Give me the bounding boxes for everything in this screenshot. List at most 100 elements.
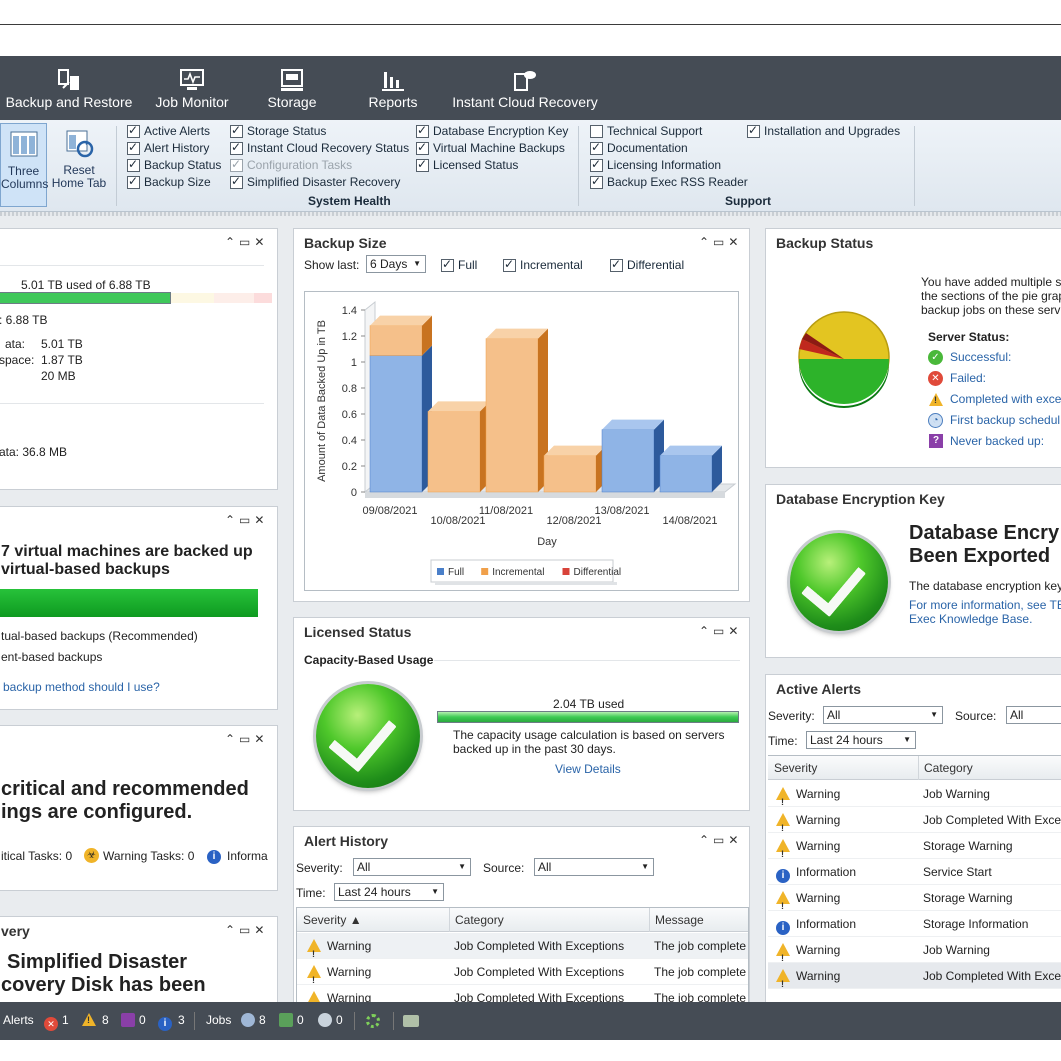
- db-key-link-1[interactable]: For more information, see TE: [909, 598, 1061, 612]
- config-headline-2: ings are configured.: [1, 801, 193, 823]
- group-label-support: Support: [725, 194, 771, 208]
- vm-help-link[interactable]: backup method should I use?: [3, 680, 160, 694]
- table-row[interactable]: i Information Storage Information: [768, 911, 1061, 937]
- column-message[interactable]: Message: [649, 908, 704, 932]
- legend-swatch-full: [437, 568, 444, 575]
- table-row[interactable]: WarningJob Warning: [768, 781, 1061, 815]
- checkbox-database-encryption-key[interactable]: Database Encryption Key: [416, 122, 568, 139]
- legend-failed[interactable]: Failed:: [950, 371, 986, 385]
- storage-space-value: 1.87 TB: [41, 353, 83, 367]
- table-row[interactable]: i Information Service Start: [768, 859, 1061, 885]
- tab-label: Backup and Restore: [5, 94, 133, 110]
- checkbox-backup-size[interactable]: Backup Size: [127, 173, 211, 190]
- legend-first-backup-scheduled[interactable]: First backup schedul: [950, 413, 1060, 427]
- checkbox-technical-support[interactable]: Technical Support: [590, 123, 702, 139]
- tab-storage[interactable]: Storage: [258, 56, 326, 120]
- table-row[interactable]: WarningJob Completed With Exce: [768, 807, 1061, 841]
- show-last-dropdown[interactable]: 6 Days: [366, 255, 426, 273]
- panel-controls[interactable]: ⌃▭✕: [699, 833, 742, 847]
- licensed-status-title: Licensed Status: [304, 624, 412, 640]
- storage-critical-bar: [254, 293, 272, 303]
- tab-backup-and-restore[interactable]: Backup and Restore: [4, 56, 134, 120]
- gear-icon[interactable]: [366, 1014, 380, 1028]
- checkbox-instant-cloud-recovery-status[interactable]: Instant Cloud Recovery Status: [230, 139, 409, 156]
- legend-successful[interactable]: Successful:: [950, 350, 1011, 364]
- legend-swatch-incremental: [481, 568, 489, 575]
- checkbox-storage-status[interactable]: Storage Status: [230, 122, 326, 139]
- active-alerts-severity-dropdown[interactable]: All: [823, 706, 943, 724]
- checkbox-backup-status[interactable]: Backup Status: [127, 156, 221, 173]
- alert-history-time-dropdown[interactable]: Last 24 hours: [334, 883, 444, 901]
- checkbox-installation-and-upgrades[interactable]: Installation and Upgrades: [747, 122, 900, 139]
- warning-icon: [776, 839, 790, 867]
- filter-incremental-checkbox[interactable]: Incremental: [503, 256, 583, 273]
- attention-alerts-count[interactable]: 0: [121, 1013, 146, 1027]
- cloud-recovery-icon: [514, 71, 536, 91]
- storage-data-value: 5.01 TB: [41, 337, 83, 351]
- backup-size-title: Backup Size: [304, 235, 387, 251]
- checkbox-alert-history[interactable]: Alert History: [127, 139, 209, 156]
- panel-controls[interactable]: ⌃▭✕: [699, 624, 742, 638]
- show-last-label: Show last:: [304, 258, 360, 272]
- running-jobs-count[interactable]: 8: [241, 1013, 266, 1027]
- table-row[interactable]: Warning Job Completed With Exceptions Th…: [297, 959, 748, 993]
- queued-jobs-count[interactable]: 0: [279, 1013, 304, 1027]
- three-columns-button[interactable]: Three Columns: [0, 123, 48, 207]
- column-category[interactable]: Category: [449, 908, 504, 932]
- storage-used-text: 5.01 TB used of 6.88 TB: [21, 278, 151, 292]
- y-tick-label: 0.6: [342, 409, 357, 421]
- legend-never-backed-up[interactable]: Never backed up:: [950, 434, 1044, 448]
- reset-home-tab-button[interactable]: Reset Home Tab: [49, 123, 109, 207]
- divider: [194, 1012, 195, 1030]
- panel-controls[interactable]: ⌃▭✕: [699, 235, 742, 249]
- checkbox-licensing-information[interactable]: Licensing Information: [590, 156, 721, 173]
- checkbox-virtual-machine-backups[interactable]: Virtual Machine Backups: [416, 139, 565, 156]
- table-row[interactable]: WarningStorage Warning: [768, 885, 1061, 919]
- question-icon: ?: [929, 434, 943, 448]
- alert-history-panel: Alert History ⌃▭✕ Severity: All Source: …: [293, 826, 750, 1007]
- filter-differential-checkbox[interactable]: Differential: [610, 256, 684, 273]
- checkbox-simplified-disaster-recovery[interactable]: Simplified Disaster Recovery: [230, 173, 400, 190]
- ribbon-separator: [116, 126, 117, 206]
- db-key-link-2[interactable]: Exec Knowledge Base.: [909, 612, 1032, 626]
- server-icon[interactable]: [403, 1015, 419, 1027]
- panel-controls[interactable]: ⌃▭✕: [225, 235, 268, 249]
- licensed-status-panel: Licensed Status ⌃▭✕ Capacity-Based Usage…: [293, 617, 750, 811]
- column-severity[interactable]: Severity: [774, 756, 817, 780]
- y-tick-label: 1.2: [342, 331, 357, 343]
- legend-completed-with-exceptions[interactable]: Completed with exce: [950, 392, 1061, 406]
- alert-history-severity-label: Severity:: [296, 861, 343, 875]
- tab-reports[interactable]: Reports: [362, 56, 424, 120]
- panel-controls[interactable]: ⌃▭✕: [225, 732, 268, 746]
- active-alerts-title: Active Alerts: [776, 681, 862, 697]
- config-headline-1: critical and recommended: [1, 778, 249, 800]
- table-row[interactable]: WarningJob Completed With Exce: [768, 963, 1061, 997]
- checkbox-active-alerts[interactable]: Active Alerts: [127, 122, 210, 139]
- scheduled-jobs-count[interactable]: 0: [318, 1013, 343, 1027]
- active-alerts-source-dropdown[interactable]: All: [1006, 706, 1061, 724]
- table-row[interactable]: WarningStorage Warning: [768, 833, 1061, 867]
- tab-instant-cloud-recovery[interactable]: Instant Cloud Recovery: [448, 56, 602, 120]
- table-row[interactable]: WarningJob Warning: [768, 937, 1061, 971]
- info-alerts-count[interactable]: i3: [158, 1013, 185, 1031]
- checkbox-documentation[interactable]: Documentation: [590, 139, 688, 156]
- tab-job-monitor[interactable]: Job Monitor: [146, 56, 238, 120]
- success-icon: ✓: [928, 350, 943, 365]
- panel-controls[interactable]: ⌃▭✕: [225, 513, 268, 527]
- active-alerts-time-dropdown[interactable]: Last 24 hours: [806, 731, 916, 749]
- view-details-link[interactable]: View Details: [555, 762, 621, 776]
- alert-history-severity-dropdown[interactable]: All: [353, 858, 471, 876]
- checkbox-licensed-status[interactable]: Licensed Status: [416, 156, 518, 173]
- checkbox-backup-exec-rss-reader[interactable]: Backup Exec RSS Reader: [590, 173, 748, 190]
- error-alerts-count[interactable]: ✕ 1: [44, 1013, 69, 1031]
- filter-full-checkbox[interactable]: Full: [441, 256, 477, 273]
- x-tick-label: 12/08/2021: [546, 515, 601, 527]
- column-category[interactable]: Category: [918, 756, 973, 780]
- sdr-headline-1: Simplified Disaster: [7, 951, 188, 973]
- panel-controls[interactable]: ⌃▭✕: [225, 923, 268, 937]
- legend-label-full: Full: [448, 567, 464, 578]
- warning-alerts-count[interactable]: 8: [82, 1013, 109, 1027]
- alert-history-source-dropdown[interactable]: All: [534, 858, 654, 876]
- column-severity[interactable]: Severity ▲: [303, 908, 362, 932]
- table-row[interactable]: Warning Job Completed With Exceptions Th…: [297, 933, 748, 967]
